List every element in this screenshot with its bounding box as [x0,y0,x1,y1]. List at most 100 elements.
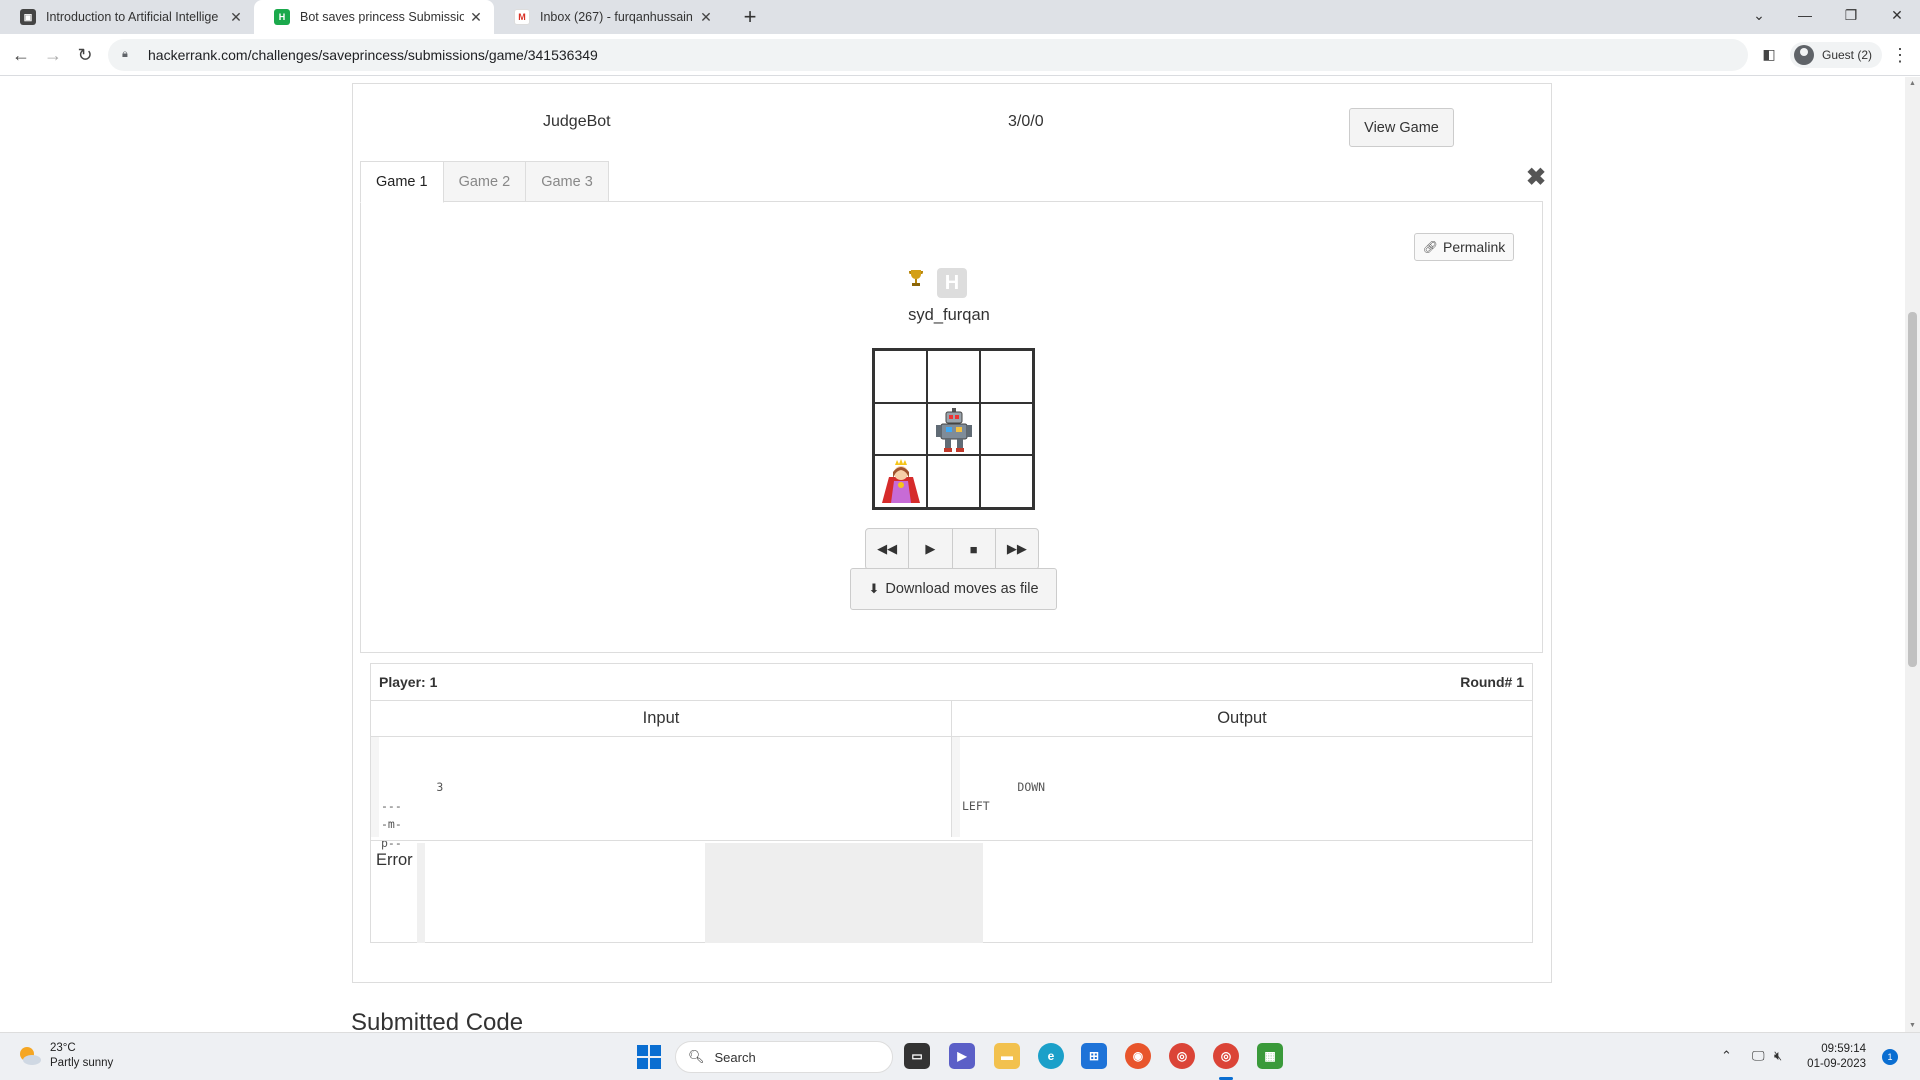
board-cell [981,403,1032,455]
download-label: Download moves as file [885,581,1039,597]
board-cell [928,456,979,507]
file-explorer-icon[interactable]: ▬ [994,1043,1020,1069]
tab-game-3[interactable]: Game 3 [525,161,609,202]
board-cell [875,403,926,455]
task-view-icon[interactable]: ▭ [904,1043,930,1069]
tab-game-2[interactable]: Game 2 [442,161,527,202]
weather-widget[interactable]: 23°C Partly sunny [16,1041,113,1071]
play-icon[interactable]: ▶ [909,529,953,569]
tab-title: Bot saves princess Submission #3 [300,10,464,24]
volume-muted-icon[interactable]: 🔇︎ [1774,1048,1782,1064]
lock-icon: 🔒︎ [122,48,128,60]
board-cell [928,403,979,455]
windows-start-icon[interactable] [637,1045,661,1069]
gmail-favicon-icon: M [514,9,530,25]
round-details: Player: 1 Round# 1 Input Output 3 --- -m… [370,663,1533,943]
playback-controls: ◀◀ ▶ ■ ▶▶ [865,528,1039,570]
princess-icon [882,459,920,504]
browser-menu-icon[interactable]: ⋮ [1890,42,1910,68]
reload-icon[interactable]: ↻ [70,40,100,70]
input-content: 3 --- -m- p-- [371,737,951,850]
avatar-icon [1794,45,1814,65]
firefox-icon[interactable]: ◉ [1125,1043,1151,1069]
tab-game-1[interactable]: Game 1 [360,161,444,203]
browser-tab-submission[interactable]: H Bot saves princess Submission #3 ✕ [254,0,494,34]
board-cell [928,351,979,402]
game-tabs: Game 1 Game 2 Game 3 [360,161,609,203]
trophy-icon [909,270,923,286]
game-viewer: 🔗︎ Permalink H syd_furqan ◀◀ ▶ ■ ▶▶ ⬇ Do… [360,201,1543,653]
search-icon: 🔍︎ [688,1049,705,1064]
board-cell [981,351,1032,402]
taskbar-search-label: Search [714,1049,756,1065]
page-scrollbar[interactable]: ▲ ▼ [1905,77,1920,1032]
paint-app-icon[interactable]: ▦ [1257,1043,1283,1069]
view-game-button[interactable]: View Game [1349,108,1454,147]
taskbar-search[interactable]: 🔍︎ Search [675,1041,893,1073]
url-text: hackerrank.com/challenges/saveprincess/s… [148,47,598,63]
url-field[interactable]: 🔒︎ hackerrank.com/challenges/saveprinces… [108,39,1748,71]
profile-button[interactable]: Guest (2) [1790,42,1883,68]
board-cell [875,351,926,402]
fast-forward-icon[interactable]: ▶▶ [996,529,1038,569]
score-text: 3/0/0 [1008,113,1044,130]
tab-title: Introduction to Artificial Intellige [46,10,219,24]
tab-search-chevron-icon[interactable]: ⌄ [1736,0,1782,30]
page-viewport: JudgeBot 3/0/0 View Game ✖ Game 1 Game 2… [0,77,1905,1032]
input-header: Input [371,700,951,737]
game-board [872,348,1035,510]
close-window-icon[interactable]: ✕ [1874,0,1920,30]
scrollbar-thumb[interactable] [1908,312,1917,667]
round-number: Round# 1 [1460,674,1524,690]
close-tab-icon[interactable]: ✕ [694,9,718,26]
permalink-button[interactable]: 🔗︎ Permalink [1414,233,1514,261]
stop-icon[interactable]: ■ [953,529,996,569]
opponent-name: JudgeBot [543,113,611,130]
browser-tab-intro-ai[interactable]: ▣ Introduction to Artificial Intellige ✕ [0,0,254,34]
robot-icon [936,407,972,452]
board-cell [981,456,1032,507]
hackerrank-badge-icon: H [937,268,967,298]
edge-browser-icon[interactable]: e [1038,1043,1064,1069]
weather-condition: Partly sunny [50,1057,114,1069]
error-label: Error [376,851,413,869]
player-name: syd_furqan [908,306,990,324]
tab-title: Inbox (267) - furqanhussain.ai21( [540,10,694,24]
temperature: 23°C [50,1042,76,1054]
forward-arrow-icon[interactable]: → [38,40,68,70]
close-game-icon[interactable]: ✖ [1526,163,1546,192]
download-icon: ⬇ [868,581,880,596]
chrome-icon[interactable]: ◎ [1169,1043,1195,1069]
output-text: DOWN LEFT [962,780,1046,813]
close-tab-icon[interactable]: ✕ [224,9,248,26]
output-header: Output [952,700,1532,737]
player-number: Player: 1 [379,674,438,690]
minimize-icon[interactable]: — [1782,0,1828,30]
teams-chat-icon[interactable]: ▶ [949,1043,975,1069]
clock-date: 01-09-2023 [1807,1058,1866,1070]
chrome-active-icon[interactable]: ◎ [1213,1043,1239,1069]
back-arrow-icon[interactable]: ← [6,40,36,70]
new-tab-icon[interactable]: + [736,3,764,31]
windows-taskbar: 23°C Partly sunny 🔍︎ Search ▭ ▶ ▬ e ⊞ ◉ … [0,1032,1920,1080]
microsoft-store-icon[interactable]: ⊞ [1081,1043,1107,1069]
rewind-icon[interactable]: ◀◀ [866,529,910,569]
system-clock[interactable]: 09:59:14 01-09-2023 [1806,1042,1866,1072]
submitted-code-heading: Submitted Code [351,1009,524,1032]
side-panel-icon[interactable]: ◧ [1760,46,1778,64]
show-hidden-icons-chevron-icon[interactable]: ⌃ [1721,1048,1732,1064]
browser-tab-bar: ▣ Introduction to Artificial Intellige ✕… [0,0,1920,34]
close-tab-icon[interactable]: ✕ [464,9,488,26]
clock-time: 09:59:14 [1821,1043,1866,1055]
game-summary-row: JudgeBot 3/0/0 View Game [353,83,1551,155]
network-icon[interactable]: 🖵︎ [1752,1048,1765,1064]
board-cell [875,456,926,507]
browser-tab-inbox[interactable]: M Inbox (267) - furqanhussain.ai21( ✕ [494,0,724,34]
notification-badge[interactable]: 1 [1882,1049,1898,1065]
submission-panel: JudgeBot 3/0/0 View Game ✖ Game 1 Game 2… [352,83,1552,983]
restore-icon[interactable]: ❐ [1828,0,1874,30]
permalink-label: Permalink [1442,239,1506,255]
profile-label: Guest (2) [1822,48,1873,62]
address-bar-row: ← → ↻ 🔒︎ hackerrank.com/challenges/savep… [0,34,1920,76]
download-moves-button[interactable]: ⬇ Download moves as file [850,568,1057,610]
